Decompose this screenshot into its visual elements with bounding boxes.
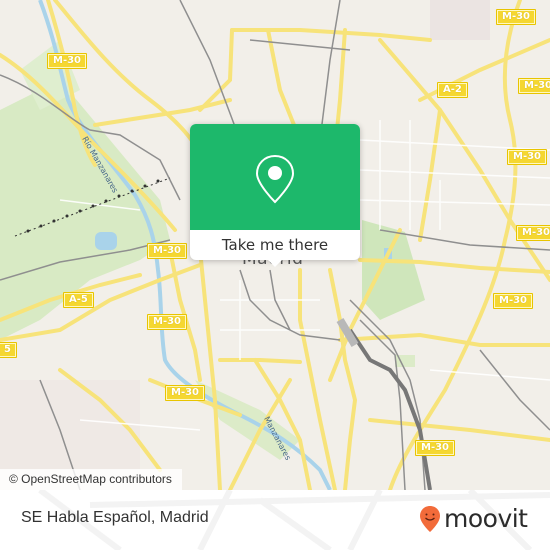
landuse	[0, 380, 140, 470]
road-shield-m30: M-30	[516, 225, 550, 241]
road-shield-m30: M-30	[493, 293, 534, 309]
road-shield-m30: M-30	[496, 9, 537, 25]
moovit-logo[interactable]: moovit	[419, 505, 528, 533]
road-shield-a2: A-2	[437, 82, 468, 98]
popup-header	[190, 124, 360, 230]
road-shield-a5: 5	[0, 342, 17, 358]
moovit-pin-icon	[420, 506, 440, 532]
location-popup: Take me there	[190, 124, 360, 267]
road-shield-m30: M-30	[47, 53, 88, 69]
road-shield-a5: A-5	[63, 292, 94, 308]
place-name: SE Habla Español, Madrid	[21, 509, 209, 526]
take-me-there-button[interactable]: Take me there	[190, 230, 360, 260]
road-shield-m30: M-30	[518, 78, 550, 94]
road-shield-m30: M-30	[147, 243, 188, 259]
road-shield-m30: M-30	[507, 149, 548, 165]
popup-pointer	[268, 260, 282, 267]
moovit-wordmark: moovit	[444, 504, 528, 533]
footer-bar: SE Habla Español, Madrid moovit	[0, 490, 550, 550]
road-shield-m30: M-30	[415, 440, 456, 456]
road-shield-m30: M-30	[147, 314, 188, 330]
park-retiro	[362, 220, 425, 320]
map-view[interactable]: M-30 M-30 A-2 M-30 M-30 M-30 A-5 5 M-30 …	[0, 0, 550, 490]
lake-casa-de-campo	[95, 232, 117, 250]
landuse	[430, 0, 490, 40]
road-shield-m30: M-30	[165, 385, 206, 401]
map-attribution[interactable]: © OpenStreetMap contributors	[0, 469, 182, 490]
location-pin-icon	[255, 154, 295, 204]
